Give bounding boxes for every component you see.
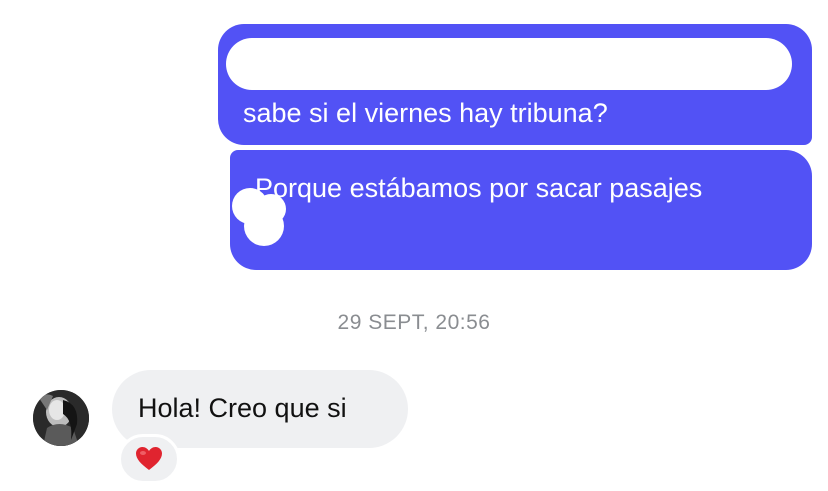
reaction-badge[interactable] [118,434,180,484]
message-text: Hola! Creo que si [138,393,347,423]
redaction-mark [226,38,792,90]
heart-emoji-icon [136,447,162,470]
chat-thread: sabe si el viernes hay tribuna? Porque e… [0,0,828,491]
outgoing-message-bubble[interactable]: Porque estábamos por sacar pasajes [230,150,812,270]
message-text: Porque estábamos por sacar pasajes [255,173,703,203]
avatar[interactable] [33,390,89,446]
redaction-mark [256,194,286,224]
message-text: sabe si el viernes hay tribuna? [243,98,608,128]
avatar-photo [33,390,89,446]
message-timestamp: 29 SEPT, 20:56 [337,311,491,334]
outgoing-message-bubble[interactable]: sabe si el viernes hay tribuna? [218,24,812,145]
